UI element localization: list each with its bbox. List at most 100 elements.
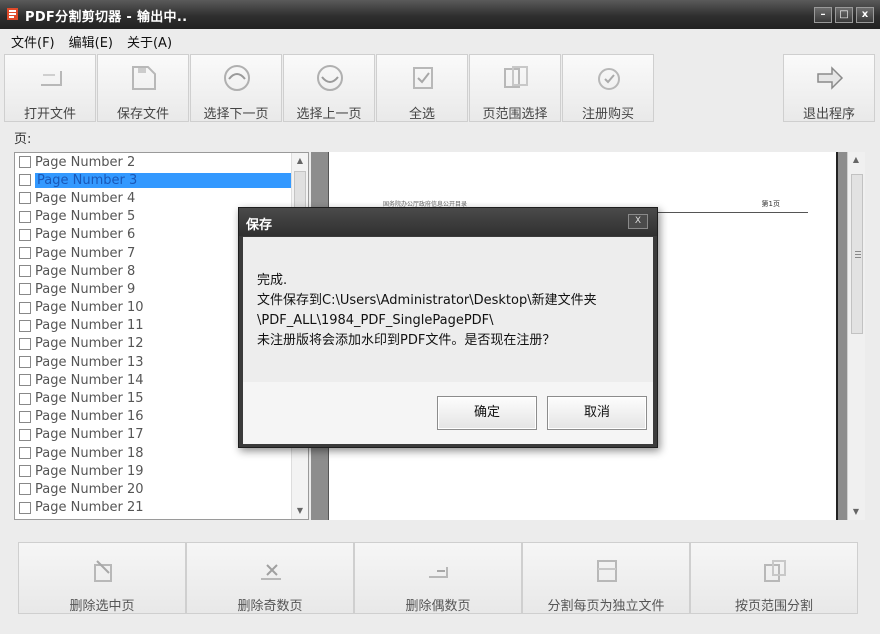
page-checkbox[interactable]	[19, 301, 31, 314]
minimize-button[interactable]: –	[814, 7, 832, 23]
menu-edit[interactable]: 编辑(E)	[62, 29, 120, 51]
previous-page-button[interactable]: 选择上一页	[283, 54, 375, 122]
preview-scroll-up-icon[interactable]: ▲	[848, 152, 864, 168]
register-label: 注册购买	[581, 107, 634, 122]
page-checkbox[interactable]	[19, 283, 31, 296]
scroll-down-arrow-icon[interactable]: ▼	[292, 503, 308, 519]
cancel-button[interactable]: 取消	[547, 396, 647, 430]
page-checkbox[interactable]	[19, 265, 31, 278]
exit-label: 退出程序	[802, 107, 855, 122]
open-file-button[interactable]: 打开文件	[4, 54, 96, 122]
dialog-message-line: 完成.	[257, 273, 288, 288]
page-list-item[interactable]: Page Number 3	[15, 171, 291, 189]
open-file-label: 打开文件	[23, 107, 76, 122]
delete-even-button[interactable]: 删除偶数页	[354, 542, 522, 614]
pages-label: 页:	[14, 132, 32, 147]
menu-file[interactable]: 文件(F)	[4, 29, 62, 51]
page-list-item[interactable]: Page Number 21	[15, 499, 291, 517]
page-list-item-label: Page Number 19	[35, 463, 144, 479]
page-list-item-label: Page Number 15	[35, 391, 144, 407]
page-list-item[interactable]: Page Number 20	[15, 480, 291, 498]
split-range-icon	[764, 560, 786, 582]
select-all-label: 全选	[408, 107, 435, 122]
register-icon	[598, 68, 620, 90]
next-page-button[interactable]: 选择下一页	[190, 54, 282, 122]
page-list-item[interactable]: Page Number 4	[15, 189, 291, 207]
page-list-item-label: Page Number 12	[35, 336, 144, 352]
next-page-icon	[224, 65, 250, 91]
page-list-item-label: Page Number 20	[35, 481, 144, 497]
delete-odd-icon	[261, 564, 281, 580]
page-range-button[interactable]: 页范围选择	[469, 54, 561, 122]
dialog-message-line: 未注册版将会添加水印到PDF文件。是否现在注册？	[257, 333, 556, 348]
delete-odd-label: 删除奇数页	[237, 599, 303, 614]
page-checkbox[interactable]	[19, 210, 31, 223]
page-checkbox[interactable]	[19, 356, 31, 369]
page-checkbox[interactable]	[19, 410, 31, 423]
page-list-item-label: Page Number 10	[35, 300, 144, 316]
page-checkbox[interactable]	[19, 447, 31, 460]
dialog-message: 完成. 文件保存到C:\Users\Administrator\Desktop\…	[257, 271, 597, 351]
page-range-icon	[504, 66, 528, 88]
delete-odd-button[interactable]: 删除奇数页	[186, 542, 354, 614]
ok-button[interactable]: 确定	[437, 396, 537, 430]
page-list-item-label: Page Number 16	[35, 409, 144, 425]
page-list-item-label: Page Number 14	[35, 372, 144, 388]
page-list-item-label: Page Number 5	[35, 209, 136, 225]
page-list-item-label: Page Number 9	[35, 281, 136, 297]
preview-scroll-thumb[interactable]	[851, 174, 863, 334]
dialog-title-bar: 保存 X	[239, 208, 657, 236]
delete-selected-icon	[94, 560, 112, 582]
page-list-item-label: Page Number 2	[35, 154, 136, 170]
exit-arrow-icon	[817, 66, 844, 90]
page-range-label: 页范围选择	[482, 107, 548, 122]
dialog-close-button[interactable]: X	[628, 214, 648, 229]
page-checkbox[interactable]	[19, 374, 31, 387]
preview-scroll-down-icon[interactable]: ▼	[848, 504, 864, 520]
preview-scrollbar[interactable]: ▲ ▼	[847, 152, 865, 520]
page-list-item[interactable]: Page Number 2	[15, 153, 291, 171]
page-list-item[interactable]: Page Number 19	[15, 462, 291, 480]
menu-bar: 文件(F) 编辑(E) 关于(A)	[0, 29, 880, 51]
page-checkbox[interactable]	[19, 319, 31, 332]
page-checkbox[interactable]	[19, 174, 31, 187]
page-checkbox[interactable]	[19, 247, 31, 260]
page-list-item-label: Page Number 4	[35, 190, 136, 206]
action-bar: 删除选中页 删除奇数页 删除偶数页 分割每页为独立文件 按页范围分割	[18, 542, 858, 614]
page-checkbox[interactable]	[19, 156, 31, 169]
page-checkbox[interactable]	[19, 192, 31, 205]
dialog-message-line: \PDF_ALL\1984_PDF_SinglePagePDF\	[257, 313, 494, 328]
page-checkbox[interactable]	[19, 428, 31, 441]
page-checkbox[interactable]	[19, 501, 31, 514]
split-each-page-label: 分割每页为独立文件	[547, 599, 665, 614]
register-button[interactable]: 注册购买	[562, 54, 654, 122]
page-checkbox[interactable]	[19, 465, 31, 478]
maximize-button[interactable]: □	[835, 7, 853, 23]
delete-selected-button[interactable]: 删除选中页	[18, 542, 186, 614]
page-checkbox[interactable]	[19, 228, 31, 241]
save-dialog: 保存 X 完成. 文件保存到C:\Users\Administrator\Des…	[238, 207, 658, 448]
split-each-page-button[interactable]: 分割每页为独立文件	[522, 542, 690, 614]
page-header-number: 第1页	[761, 200, 780, 208]
save-file-button[interactable]: 保存文件	[97, 54, 189, 122]
page-checkbox[interactable]	[19, 337, 31, 350]
save-file-icon	[132, 66, 156, 90]
page-list-item-label: Page Number 11	[35, 318, 144, 334]
page-checkbox[interactable]	[19, 483, 31, 496]
save-file-label: 保存文件	[116, 107, 169, 122]
page-list-item-label: Page Number 8	[35, 263, 136, 279]
split-range-button[interactable]: 按页范围分割	[690, 542, 858, 614]
close-button[interactable]: x	[856, 7, 874, 23]
dialog-message-line: 文件保存到C:\Users\Administrator\Desktop\新建文件…	[257, 293, 597, 308]
scroll-up-arrow-icon[interactable]: ▲	[292, 153, 308, 169]
menu-about[interactable]: 关于(A)	[120, 29, 179, 51]
exit-button[interactable]: 退出程序	[783, 54, 875, 122]
page-list-item-label: Page Number 21	[35, 500, 144, 516]
toolbar: 打开文件 保存文件 选择下一页 选择上一页 全选 页范围选择 注册购买 退出程序	[0, 52, 880, 124]
open-file-icon	[41, 71, 62, 86]
delete-even-icon	[429, 567, 448, 578]
dialog-title: 保存	[246, 218, 273, 233]
select-all-button[interactable]: 全选	[376, 54, 468, 122]
page-checkbox[interactable]	[19, 392, 31, 405]
page-list-item-label: Page Number 13	[35, 354, 144, 370]
